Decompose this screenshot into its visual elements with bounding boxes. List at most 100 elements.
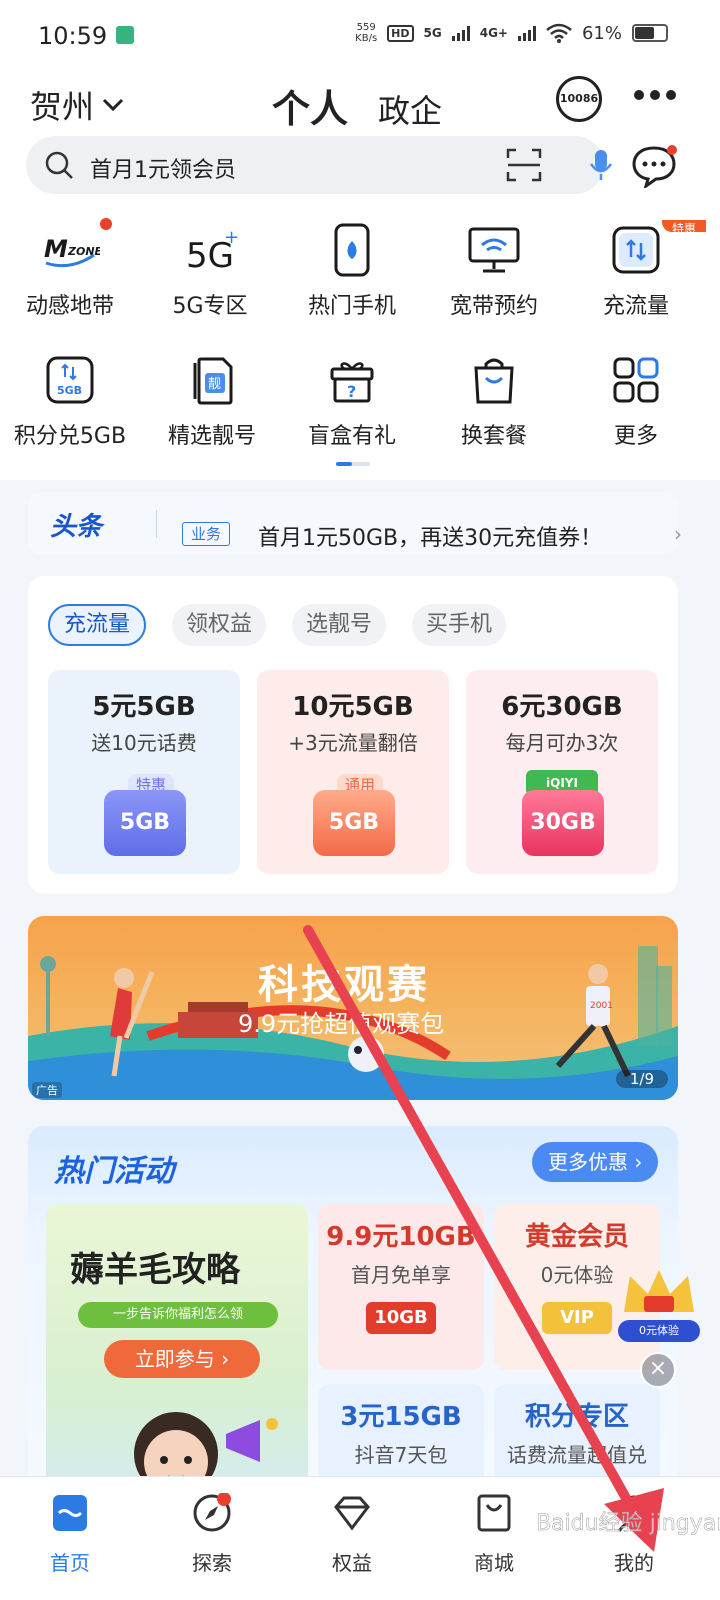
microphone-icon[interactable] [588, 148, 614, 182]
svg-text:ZONE: ZONE [67, 245, 100, 258]
menu-item-mzone[interactable]: M ZONE 动感地带 [0, 220, 140, 320]
hot-activities-section: 热门活动 更多优惠 › 薅羊毛攻略 一步告诉你福利怎么领 立即参与 › 9.9元… [28, 1126, 678, 1486]
banner-title: 科技观赛 [258, 962, 430, 1008]
menu-item-change-plan[interactable]: 换套餐 [424, 350, 564, 450]
store-bag-icon [477, 1494, 511, 1532]
signal-icon-2 [517, 25, 536, 41]
promo-card-guide[interactable]: 薅羊毛攻略 一步告诉你福利怎么领 立即参与 › [46, 1204, 308, 1486]
svg-text:?: ? [347, 382, 356, 401]
promo-tile-points-zone[interactable]: 积分专区 话费流量超值兑 [494, 1384, 660, 1486]
compass-icon [193, 1493, 231, 1532]
crown-gift-icon [624, 1270, 694, 1312]
menu-item-hot-phones[interactable]: 热门手机 [282, 220, 422, 320]
pill-data-recharge[interactable]: 充流量 [48, 604, 147, 646]
search-bar[interactable]: 首月1元领会员 [26, 136, 613, 194]
sim-icon: 靓 [193, 357, 233, 405]
section-title: 热门活动 [54, 1154, 174, 1189]
phone-icon [334, 223, 370, 277]
close-icon[interactable]: × [640, 1352, 676, 1388]
headline-bar[interactable]: 头条 业务 首月1元50GB，再送30元充值券！ › [28, 492, 682, 554]
signal-icon [451, 25, 470, 41]
offer-card-30gb[interactable]: 6元30GB 每月可办3次 iQIYI 30GB [466, 670, 658, 874]
vip-crown-badge: VIP [542, 1302, 612, 1334]
recharge-card: 充流量 领权益 选靓号 买手机 5元5GB 送10元话费 特惠 5GB 10元5… [28, 576, 678, 894]
bottom-navigation: 首页 探索 权益 商城 我的 [0, 1476, 720, 1600]
offer-card-5gb[interactable]: 5元5GB 送10元话费 特惠 5GB [48, 670, 240, 874]
headline-text: 首月1元50GB，再送30元充值券！ [258, 526, 603, 551]
signal-4g-label: 4G+ [479, 26, 508, 40]
shopping-bag-icon [474, 358, 514, 404]
nav-store[interactable]: 商城 [444, 1491, 544, 1576]
search-icon [45, 151, 73, 179]
pill-lucky-number[interactable]: 选靓号 [292, 604, 387, 646]
svg-text:M: M [44, 235, 68, 263]
floating-gift-widget[interactable]: 0元体验 [614, 1262, 704, 1342]
nav-benefits[interactable]: 权益 [302, 1491, 402, 1576]
more-offers-button[interactable]: 更多优惠 › [532, 1142, 659, 1182]
hotline-10086-icon[interactable]: 10086 [556, 76, 602, 122]
points-5gb-icon: 5GB [46, 356, 94, 404]
segment-tabs: 个人 政企 [272, 78, 442, 133]
profile-icon [617, 1495, 651, 1532]
broadband-icon [468, 227, 520, 273]
notification-dot [100, 218, 112, 230]
status-icons: 559 KB/s HD 5G 4G+ 61% [355, 22, 668, 44]
tab-personal[interactable]: 个人 [272, 78, 348, 133]
promo-tile-douyin[interactable]: 3元15GB 抖音7天包 [318, 1384, 484, 1486]
clock: 10:59 [38, 22, 108, 50]
menu-item-blind-box[interactable]: ? 盲盒有礼 [282, 350, 422, 450]
10gb-badge: 10GB [366, 1302, 436, 1334]
runner-bib: 2001 [590, 1001, 613, 1011]
network-speed: 559 KB/s [355, 22, 378, 44]
data-pack-icon: 30GB [522, 790, 604, 856]
svg-text:5GB: 5GB [57, 384, 82, 397]
boss-app-icon [116, 26, 134, 44]
data-recharge-icon [612, 226, 660, 274]
headline-title: 头条 [50, 512, 103, 542]
pill-buy-phone[interactable]: 买手机 [412, 604, 507, 646]
pill-benefits[interactable]: 领权益 [172, 604, 267, 646]
diamond-icon [334, 1496, 370, 1531]
menu-item-more[interactable]: 更多 [566, 350, 706, 450]
search-input[interactable]: 首月1元领会员 [90, 152, 236, 184]
more-options-icon[interactable] [634, 90, 676, 100]
tab-enterprise[interactable]: 政企 [378, 86, 442, 132]
mzone-icon: M ZONE [44, 235, 100, 268]
city-selector[interactable]: 贺州 [30, 82, 124, 128]
app-header: 贺州 个人 政企 10086 首月1元领会员 [0, 70, 720, 220]
more-grid-icon [613, 357, 659, 403]
nav-home[interactable]: 首页 [20, 1491, 120, 1576]
banner-subtitle: 9.9元抢超值观赛包 [238, 1010, 445, 1038]
headline-tag: 业务 [182, 522, 231, 546]
scan-icon[interactable] [506, 148, 542, 182]
promo-tile-10gb[interactable]: 9.9元10GB 首月免单享 10GB [318, 1204, 484, 1370]
status-bar: 10:59 559 KB/s HD 5G 4G+ 61% [0, 0, 720, 70]
menu-item-lucky-number[interactable]: 靓 精选靓号 [142, 350, 282, 450]
recharge-tabs: 充流量 领权益 选靓号 买手机 [48, 604, 507, 646]
home-icon [53, 1495, 87, 1531]
menu-item-broadband[interactable]: 宽带预约 [424, 220, 564, 320]
menu-item-points-5gb[interactable]: 5GB 积分兑5GB [0, 350, 140, 450]
nav-explore[interactable]: 探索 [162, 1491, 262, 1576]
menu-item-data-recharge[interactable]: 充流量 [566, 220, 706, 320]
menu-page-indicator [336, 462, 370, 466]
promo-banner[interactable]: 2001 科技观赛 9.9元抢超值观赛包 广告 1/9 [28, 916, 678, 1100]
banner-page-indicator: 1/9 [615, 1070, 668, 1088]
chevron-down-icon [102, 98, 124, 112]
offer-card-10gb-double[interactable]: 10元5GB +3元流量翻倍 通用 5GB [257, 670, 449, 874]
wifi-icon [546, 23, 572, 43]
ad-label: 广告 [32, 1082, 62, 1098]
data-pack-icon: 5GB [104, 790, 186, 856]
data-pack-icon: 5GB [313, 790, 395, 856]
message-icon[interactable] [632, 144, 680, 188]
svg-text:靓: 靓 [208, 377, 221, 392]
nav-profile[interactable]: 我的 [584, 1491, 684, 1576]
chevron-right-icon: › [674, 522, 682, 546]
hd-icon: HD [387, 24, 414, 42]
join-now-button[interactable]: 立即参与 › [104, 1340, 260, 1378]
divider [156, 510, 157, 538]
gift-box-icon: ? [330, 362, 374, 403]
svg-text:+: + [224, 227, 239, 248]
5g-icon: 5G+ [186, 227, 239, 275]
menu-item-5g[interactable]: 5G + 5G专区 [140, 220, 280, 320]
